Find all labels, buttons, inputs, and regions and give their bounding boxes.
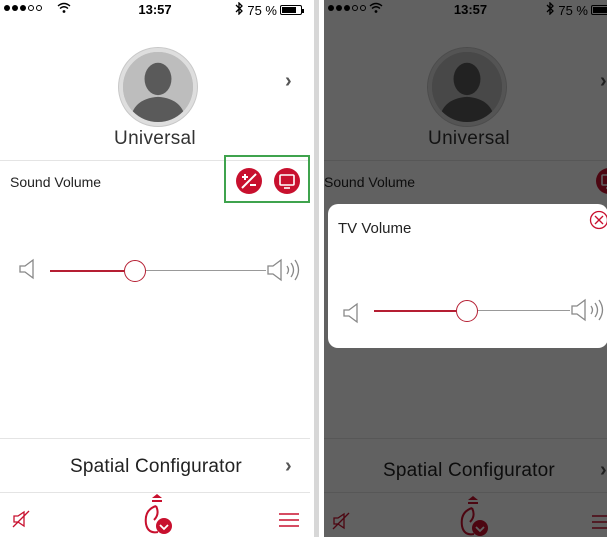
close-icon[interactable] [589, 210, 607, 230]
screen-separator [314, 0, 319, 537]
phone-screen-main: 13:57 75 % › Universal Sound Volume Spat… [0, 0, 310, 537]
volume-plus-minus-icon [241, 173, 257, 189]
avatar[interactable] [119, 48, 197, 126]
slider-thumb[interactable] [456, 300, 478, 322]
mute-icon[interactable] [12, 510, 32, 533]
status-bar: 13:57 75 % [0, 0, 310, 20]
bluetooth-icon [234, 1, 244, 18]
phone-screen-tv-dialog: 13:57 75 % › Universal Sound Volume Spat… [324, 0, 607, 537]
tv-volume-slider[interactable] [374, 299, 570, 323]
speaker-low-icon [18, 257, 40, 286]
dialog-title: TV Volume [338, 220, 412, 237]
profile-name: Universal [114, 128, 196, 149]
hearing-aid-icon[interactable] [138, 494, 176, 537]
divider [0, 438, 310, 439]
tv-icon [279, 174, 295, 189]
battery-icon [280, 5, 304, 15]
slider-thumb[interactable] [124, 260, 146, 282]
divider [0, 492, 310, 493]
spatial-chevron-right-icon[interactable]: › [285, 455, 292, 478]
tv-volume-dialog: TV Volume [328, 204, 607, 348]
speaker-high-icon [570, 296, 607, 329]
speaker-high-icon [266, 256, 306, 289]
sound-volume-slider[interactable] [50, 259, 266, 283]
sound-volume-label: Sound Volume [10, 174, 102, 190]
battery-percent: 75 % [247, 2, 277, 18]
person-silhouette-icon [123, 52, 193, 122]
tv-volume-button[interactable] [274, 168, 300, 194]
speaker-low-icon [342, 301, 364, 330]
volume-plus-minus-button[interactable] [236, 168, 262, 194]
menu-icon[interactable] [279, 512, 299, 533]
profile-chevron-right-icon[interactable]: › [285, 70, 292, 93]
spatial-configurator-link[interactable]: Spatial Configurator [70, 456, 242, 478]
